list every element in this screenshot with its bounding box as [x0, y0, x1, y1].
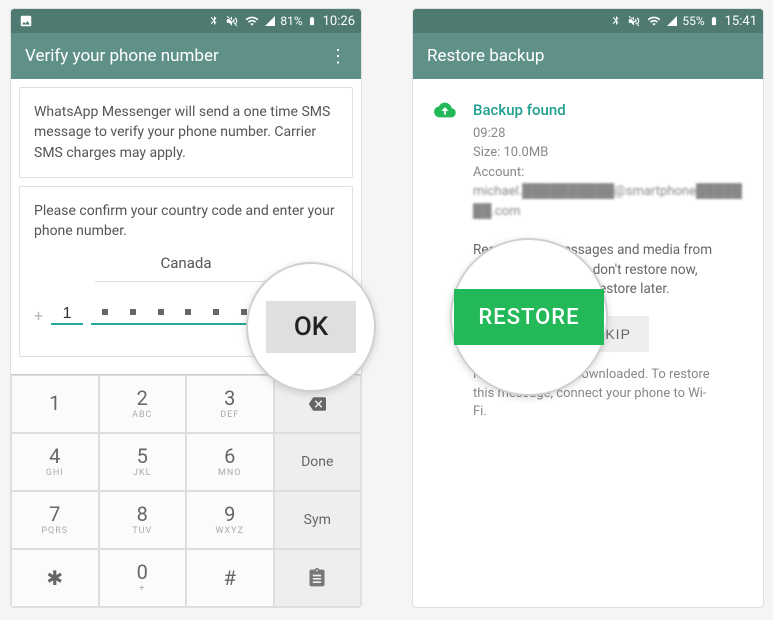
key-6[interactable]: 6MNO [186, 433, 274, 491]
country-code-input[interactable] [51, 305, 83, 325]
signal-icon [264, 14, 276, 28]
backup-found-title: Backup found [473, 99, 745, 122]
backup-size: Size: 10.0MB [473, 143, 745, 163]
wifi-icon [244, 14, 260, 28]
phone-number-input[interactable] [91, 305, 268, 325]
info-text: WhatsApp Messenger will send a one time … [34, 104, 330, 161]
battery-percent: 81% [280, 14, 302, 28]
app-bar: Verify your phone number ⋮ [11, 33, 361, 79]
battery-icon [307, 14, 317, 28]
app-bar: Restore backup [413, 33, 763, 79]
mute-icon [224, 14, 240, 28]
key-2[interactable]: 2ABC [99, 375, 187, 433]
wifi-icon [646, 14, 662, 28]
status-bar: 81% 10:26 [11, 9, 361, 33]
page-title: Restore backup [427, 46, 749, 66]
backup-account-label: Account: [473, 163, 745, 183]
backup-found-block: Backup found 09:28 Size: 10.0MB Account:… [413, 79, 763, 241]
plus-sign: + [34, 304, 43, 327]
key-4[interactable]: 4GHI [11, 433, 99, 491]
restore-button-zoom[interactable]: RESTORE [454, 289, 604, 345]
restore-highlight-lens: RESTORE [450, 238, 608, 396]
country-selector[interactable]: Canada [95, 253, 277, 282]
overflow-menu-icon[interactable]: ⋮ [329, 46, 347, 67]
key-hash[interactable]: # [186, 549, 274, 607]
bluetooth-icon [208, 14, 220, 28]
image-icon [19, 14, 33, 28]
status-bar: 55% 15:41 [413, 9, 763, 33]
clipboard-key[interactable] [274, 549, 362, 607]
key-9[interactable]: 9WXYZ [186, 491, 274, 549]
clock: 15:41 [725, 14, 757, 29]
key-8[interactable]: 8TUV [99, 491, 187, 549]
cloud-upload-icon [431, 99, 459, 221]
sym-key[interactable]: Sym [274, 491, 362, 549]
key-3[interactable]: 3DEF [186, 375, 274, 433]
key-7[interactable]: 7PQRS [11, 491, 99, 549]
page-title: Verify your phone number [25, 46, 329, 66]
confirm-text: Please confirm your country code and ent… [34, 203, 335, 239]
key-star[interactable]: ✱ [11, 549, 99, 607]
battery-percent: 55% [682, 14, 704, 28]
battery-icon [709, 14, 719, 28]
backup-account-value: michael.██████████@smartphone███████.com [473, 182, 745, 221]
clipboard-icon [307, 568, 327, 588]
done-key[interactable]: Done [274, 433, 362, 491]
clock: 10:26 [323, 14, 355, 29]
backup-info: Backup found 09:28 Size: 10.0MB Account:… [473, 99, 745, 221]
key-5[interactable]: 5JKL [99, 433, 187, 491]
signal-icon [666, 14, 678, 28]
backspace-icon [305, 395, 329, 413]
key-0[interactable]: 0+ [99, 549, 187, 607]
bluetooth-icon [610, 14, 622, 28]
numeric-keypad: 1 2ABC 3DEF 4GHI 5JKL 6MNO Done 7PQRS 8T… [11, 374, 361, 607]
info-card: WhatsApp Messenger will send a one time … [19, 87, 353, 178]
mute-icon [626, 14, 642, 28]
backup-time: 09:28 [473, 124, 745, 144]
ok-highlight-lens: OK [246, 262, 376, 392]
ok-button-zoom[interactable]: OK [266, 301, 356, 353]
key-1[interactable]: 1 [11, 375, 99, 433]
